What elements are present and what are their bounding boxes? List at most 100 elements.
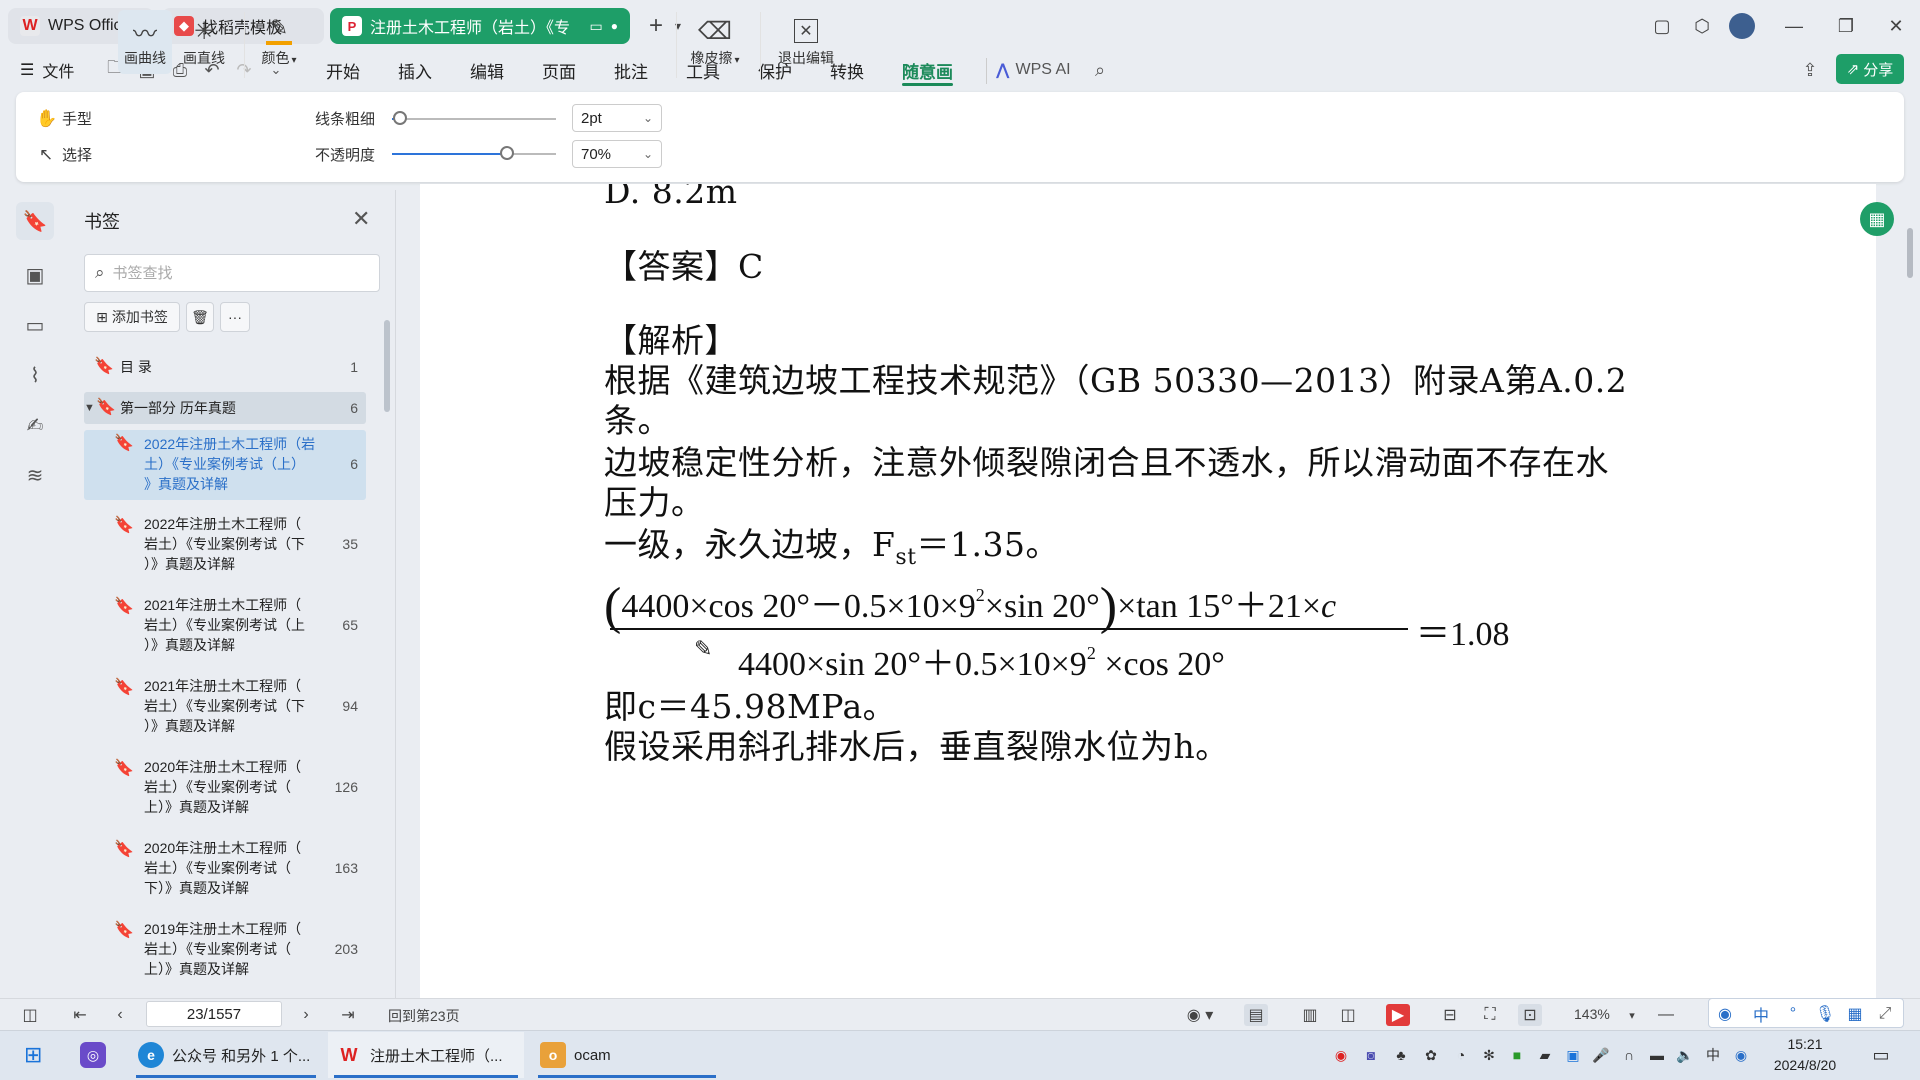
record-icon[interactable]: ◉ bbox=[1330, 1044, 1352, 1066]
ime-mic-icon[interactable]: 🎙 bbox=[1813, 1002, 1837, 1026]
tray-app-icon[interactable]: ∩ bbox=[1618, 1044, 1640, 1066]
thumbnail-icon[interactable]: ▣ bbox=[16, 256, 54, 294]
add-bookmark-button[interactable]: ⊞ 添加书签 bbox=[84, 302, 180, 332]
first-page-icon[interactable]: ⇤ bbox=[68, 1004, 92, 1026]
file-menu[interactable]: ☰ 文件 bbox=[20, 52, 74, 88]
battery-icon[interactable]: ▬ bbox=[1646, 1044, 1668, 1066]
prev-page-icon[interactable]: ‹ bbox=[108, 1004, 132, 1026]
tray-app-icon[interactable]: ▰ bbox=[1534, 1044, 1556, 1066]
two-page-view-icon[interactable]: ◫ bbox=[1336, 1004, 1360, 1026]
share-button[interactable]: ⇗ 分享 bbox=[1836, 54, 1904, 84]
system-clock[interactable]: 15:21 2024/8/20 bbox=[1750, 1034, 1860, 1076]
opacity-select[interactable]: 70% ⌄ bbox=[572, 140, 662, 168]
ime-logo-icon[interactable]: ◉ bbox=[1713, 1002, 1737, 1026]
expand-triangle-icon[interactable]: ▼ bbox=[84, 398, 95, 418]
zoom-out-icon[interactable]: — bbox=[1654, 1004, 1678, 1026]
network-icon[interactable]: ◔ bbox=[1450, 1044, 1472, 1066]
window-layout-icon[interactable]: ▢ bbox=[1646, 10, 1678, 42]
back-to-page-link[interactable]: 回到第23页 bbox=[388, 1006, 460, 1026]
play-icon[interactable]: ▶ bbox=[1386, 1004, 1410, 1026]
document-page[interactable]: D. 8.2m 【答案】C 【解析】 根据《建筑边坡工程技术规范》（GB 503… bbox=[420, 184, 1876, 998]
bookmark-scrollbar[interactable] bbox=[384, 320, 390, 412]
bookmark-item[interactable]: 🔖 2020年注册土木工程师（ 岩土）《专业案例考试（ 上）》真题及详解 126 bbox=[84, 757, 366, 823]
search-icon[interactable]: ⌕ bbox=[1088, 56, 1112, 84]
document-scrollbar[interactable] bbox=[1906, 190, 1914, 990]
color-button[interactable]: ✎ 颜色 ▾ bbox=[252, 10, 306, 74]
fit-page-icon[interactable]: ⛶ bbox=[1478, 1004, 1502, 1026]
signature-icon[interactable]: ✍ bbox=[16, 406, 54, 444]
tray-app-icon[interactable]: ✿ bbox=[1420, 1044, 1442, 1066]
avatar[interactable] bbox=[1726, 10, 1758, 42]
nvidia-icon[interactable]: ■ bbox=[1506, 1044, 1528, 1066]
bookmark-item[interactable]: 🔖 2022年注册土木工程师（岩 土）《专业案例考试（上） 》真题及详解 6 bbox=[84, 430, 366, 500]
speaker-icon[interactable]: 🔈 bbox=[1674, 1044, 1696, 1066]
ime-expand-icon[interactable]: ⤢ bbox=[1873, 1002, 1897, 1026]
bookmark-item[interactable]: 🔖 2021年注册土木工程师（ 岩土）《专业案例考试（上 ）》真题及详解 65 bbox=[84, 595, 366, 661]
table-tool-icon[interactable]: ▦ bbox=[1860, 202, 1894, 236]
ime-grid-icon[interactable]: ▦ bbox=[1843, 1002, 1867, 1026]
last-page-icon[interactable]: ⇥ bbox=[336, 1004, 360, 1026]
bookmark-item[interactable]: 🔖 目 录 1 bbox=[84, 352, 366, 382]
scroll-thumb[interactable] bbox=[1907, 228, 1913, 278]
minimize-icon[interactable]: — bbox=[1778, 10, 1810, 42]
draw-curve-button[interactable]: 〰 画曲线 bbox=[118, 10, 172, 74]
bookmark-search-input[interactable] bbox=[112, 264, 353, 282]
bookmark-item[interactable]: 🔖 2020年注册土木工程师（ 岩土）《专业案例考试（ 下）》真题及详解 163 bbox=[84, 838, 366, 904]
close-icon[interactable]: ✕ bbox=[352, 206, 370, 232]
taskbar-app-wps[interactable]: W 注册土木工程师（... bbox=[328, 1032, 524, 1078]
ime-punct-icon[interactable]: ° bbox=[1781, 1002, 1805, 1026]
microphone-icon[interactable]: 🎤 bbox=[1590, 1044, 1612, 1066]
menu-page[interactable]: 页面 bbox=[542, 52, 576, 88]
eraser-button[interactable]: ⌫ 橡皮擦 ▾ bbox=[684, 10, 746, 74]
taskbar-app-copilot[interactable]: ◎ bbox=[72, 1032, 122, 1078]
opacity-slider-handle[interactable] bbox=[499, 146, 514, 160]
page-number-input[interactable] bbox=[146, 1001, 282, 1027]
menu-comment[interactable]: 批注 bbox=[614, 52, 648, 88]
notification-icon[interactable]: ▭ bbox=[1870, 1044, 1892, 1066]
cloud-upload-icon[interactable]: ⇪ bbox=[1798, 56, 1822, 84]
taskbar-app-ocam[interactable]: o ocam bbox=[532, 1032, 722, 1078]
ime-indicator-icon[interactable]: 中 bbox=[1702, 1044, 1724, 1066]
actual-size-icon[interactable]: ⊡ bbox=[1518, 1004, 1542, 1026]
menu-freehand-draw[interactable]: 随意画 bbox=[902, 52, 953, 88]
fit-width-icon[interactable]: ⊟ bbox=[1438, 1004, 1462, 1026]
tray-app-icon[interactable]: ♣ bbox=[1390, 1044, 1412, 1066]
ime-language-toggle[interactable]: 中 bbox=[1749, 1002, 1773, 1026]
sidebar-toggle-icon[interactable]: ◫ bbox=[18, 1004, 42, 1026]
eye-icon[interactable]: ◉ ▾ bbox=[1180, 1004, 1220, 1026]
continuous-view-icon[interactable]: ▥ bbox=[1298, 1004, 1322, 1026]
tray-app-icon[interactable]: ▣ bbox=[1562, 1044, 1584, 1066]
close-window-icon[interactable]: ✕ bbox=[1880, 10, 1912, 42]
bookmark-item[interactable]: 🔖 2021年注册土木工程师（ 岩土）《专业案例考试（下 ）》真题及详解 94 bbox=[84, 676, 366, 742]
wps-ai-button[interactable]: ⋀ WPS AI bbox=[996, 52, 1071, 88]
bookmark-item[interactable]: ▼ 🔖 第一部分 历年真题 6 bbox=[84, 392, 366, 424]
taskbar-app-edge[interactable]: e 公众号 和另外 1 个... bbox=[130, 1032, 322, 1078]
menu-start[interactable]: 开始 bbox=[326, 52, 360, 88]
exit-edit-button[interactable]: ✕ 退出编辑 bbox=[770, 10, 842, 74]
bookmark-panel-icon[interactable]: 🔖 bbox=[16, 202, 54, 240]
tray-app-icon[interactable]: ◙ bbox=[1360, 1044, 1382, 1066]
bookmark-item[interactable]: 🔖 2019年注册土木工程师（ 岩土）《专业案例考试（ 上）》真题及详解 203 bbox=[84, 919, 366, 985]
cube-icon[interactable]: ⬡ bbox=[1686, 10, 1718, 42]
bookmark-item[interactable]: 🔖 2022年注册土木工程师（ 岩土）《专业案例考试（下 ）》真题及详解 35 bbox=[84, 514, 366, 580]
draw-line-button[interactable]: ✳ 画直线 bbox=[177, 10, 231, 74]
menu-insert[interactable]: 插入 bbox=[398, 52, 432, 88]
thickness-select[interactable]: 2pt ⌄ bbox=[572, 104, 662, 132]
menu-edit[interactable]: 编辑 bbox=[470, 52, 504, 88]
layers-icon[interactable]: ≋ bbox=[16, 456, 54, 494]
single-page-view-icon[interactable]: ▤ bbox=[1244, 1004, 1268, 1026]
monitor-icon[interactable]: ▭ bbox=[590, 18, 603, 35]
tray-app-icon[interactable]: ◉ bbox=[1730, 1044, 1752, 1066]
thickness-slider-track[interactable] bbox=[392, 118, 556, 120]
tab-pdf-document[interactable]: P 注册土木工程师（岩土）《专 ▭ ● bbox=[330, 8, 630, 44]
tray-app-icon[interactable]: ✻ bbox=[1478, 1044, 1500, 1066]
bookmark-search[interactable]: ⌕ bbox=[84, 254, 380, 292]
select-tool-button[interactable]: ↖ 选择 bbox=[36, 144, 92, 165]
hand-tool-button[interactable]: ✋ 手型 bbox=[36, 108, 92, 129]
delete-bookmark-button[interactable]: 🗑 bbox=[186, 302, 214, 332]
zoom-chevron-icon[interactable]: ▾ bbox=[1620, 1004, 1644, 1026]
next-page-icon[interactable]: › bbox=[294, 1004, 318, 1026]
more-options-button[interactable]: ··· bbox=[220, 302, 250, 332]
restore-icon[interactable]: ❐ bbox=[1830, 10, 1862, 42]
zoom-level[interactable]: 143% bbox=[1574, 1006, 1610, 1022]
